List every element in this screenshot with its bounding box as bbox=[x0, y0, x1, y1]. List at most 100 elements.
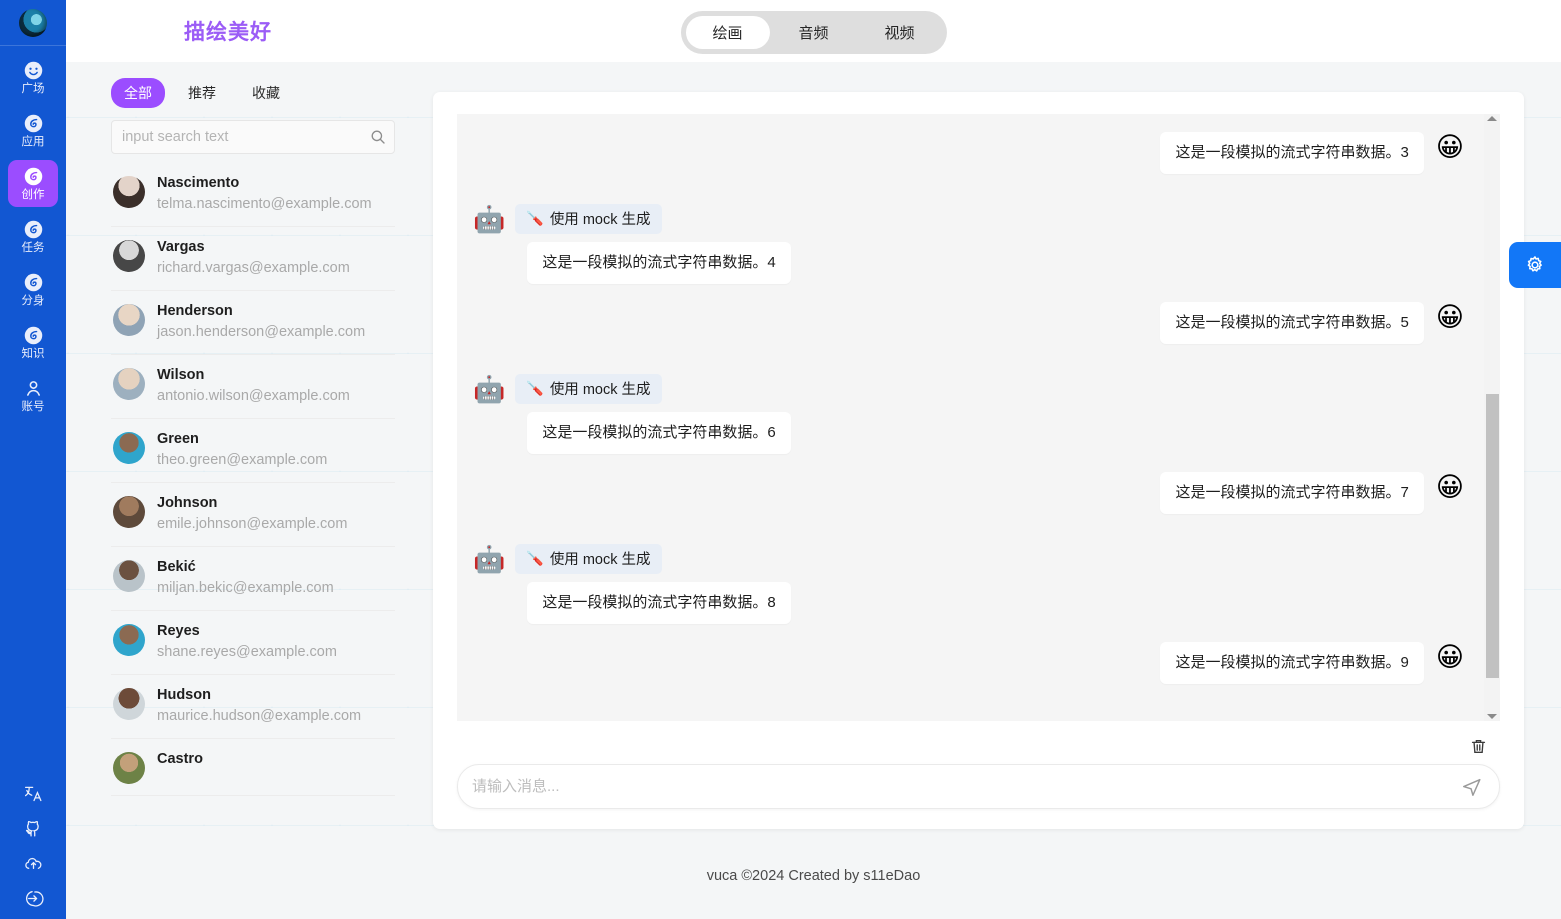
swirl-icon bbox=[23, 325, 44, 346]
contact-name: Reyes bbox=[157, 623, 200, 639]
scroll-down-arrow-icon[interactable] bbox=[1487, 714, 1497, 719]
list-item[interactable]: Nascimento telma.nascimento@example.com bbox=[111, 162, 395, 227]
status-badge-label: 使用 mock 生成 bbox=[549, 212, 651, 228]
filter-tab-recommended[interactable]: 推荐 bbox=[175, 78, 229, 108]
message-bubble: 这是一段模拟的流式字符串数据。7 bbox=[1160, 472, 1424, 514]
search-container bbox=[111, 120, 395, 154]
robot-emoji: 🤖 bbox=[473, 544, 506, 574]
translate-icon[interactable] bbox=[23, 783, 44, 804]
logout-icon[interactable] bbox=[23, 888, 44, 909]
swirl-icon bbox=[23, 272, 44, 293]
contact-email: emile.johnson@example.com bbox=[157, 516, 348, 532]
contact-name: Castro bbox=[157, 751, 203, 767]
mechanical-arm-emoji: 🪛 bbox=[526, 210, 544, 226]
grinning-face-emoji: 😀 bbox=[1435, 132, 1464, 162]
avatar bbox=[113, 496, 145, 528]
contact-name: Johnson bbox=[157, 495, 218, 511]
cloud-upload-icon[interactable] bbox=[23, 853, 44, 874]
list-item[interactable]: Reyes shane.reyes@example.com bbox=[111, 611, 395, 675]
message-user: 这是一段模拟的流式字符串数据。7 😀 bbox=[473, 472, 1464, 514]
sidebar-item-fenshen[interactable]: 分身 bbox=[8, 266, 58, 313]
list-item[interactable]: Johnson emile.johnson@example.com bbox=[111, 483, 395, 547]
list-item[interactable]: Wilson antonio.wilson@example.com bbox=[111, 355, 395, 419]
globe-avatar-icon bbox=[19, 9, 47, 37]
contact-email: theo.green@example.com bbox=[157, 452, 328, 468]
filter-tab-favorites[interactable]: 收藏 bbox=[239, 78, 293, 108]
sidebar-nav: 广场 应用 创作 任务 分身 知识 账号 bbox=[0, 46, 66, 425]
avatar bbox=[113, 624, 145, 656]
message-user: 这是一段模拟的流式字符串数据。3 😀 bbox=[473, 132, 1464, 174]
user-icon bbox=[23, 378, 44, 399]
message-composer bbox=[457, 764, 1500, 809]
content-body: 全部 推荐 收藏 Nascimento telma.nascim bbox=[66, 62, 1561, 865]
contact-name: Nascimento bbox=[157, 175, 240, 191]
messages-scrollbar[interactable] bbox=[1484, 114, 1500, 721]
grinning-face-emoji: 😀 bbox=[1435, 472, 1464, 502]
message-bubble: 这是一段模拟的流式字符串数据。8 bbox=[527, 582, 791, 624]
message-list: 这是一段模拟的流式字符串数据。3 😀 🤖 🪛 使用 mock 生成 这是一段模拟… bbox=[457, 114, 1484, 721]
scrollbar-thumb[interactable] bbox=[1485, 393, 1499, 679]
contact-name: Hudson bbox=[157, 687, 211, 703]
message-bubble: 这是一段模拟的流式字符串数据。4 bbox=[527, 242, 791, 284]
github-icon[interactable] bbox=[23, 818, 44, 839]
sidebar-logo[interactable] bbox=[19, 9, 47, 37]
contact-email: telma.nascimento@example.com bbox=[157, 196, 372, 212]
contact-list[interactable]: Nascimento telma.nascimento@example.com … bbox=[103, 162, 403, 865]
swirl-icon bbox=[23, 219, 44, 240]
messages-scroll-wrapper: 这是一段模拟的流式字符串数据。3 😀 🤖 🪛 使用 mock 生成 这是一段模拟… bbox=[457, 114, 1500, 721]
sidebar-item-zhishi[interactable]: 知识 bbox=[8, 319, 58, 366]
left-sidebar: 广场 应用 创作 任务 分身 知识 账号 bbox=[0, 0, 66, 919]
list-item[interactable]: Green theo.green@example.com bbox=[111, 419, 395, 483]
settings-fab[interactable] bbox=[1509, 242, 1561, 288]
contact-name: Henderson bbox=[157, 303, 233, 319]
list-item[interactable]: Vargas richard.vargas@example.com bbox=[111, 227, 395, 291]
sidebar-item-renwu[interactable]: 任务 bbox=[8, 213, 58, 260]
mode-tabs: 绘画 音频 视频 bbox=[680, 11, 947, 54]
app-root: 广场 应用 创作 任务 分身 知识 账号 描绘美好 绘画 音频 视频 全部 推荐… bbox=[0, 0, 1561, 919]
sidebar-item-label: 应用 bbox=[21, 136, 45, 148]
page-title: 描绘美好 bbox=[184, 21, 272, 44]
footer-text: vuca ©2024 Created by s11eDao bbox=[706, 868, 921, 884]
sidebar-item-label: 分身 bbox=[21, 295, 45, 307]
sidebar-item-yingyong[interactable]: 应用 bbox=[8, 107, 58, 154]
tab-drawing[interactable]: 绘画 bbox=[685, 16, 770, 49]
trash-icon[interactable] bbox=[1469, 737, 1488, 756]
sidebar-item-label: 任务 bbox=[21, 242, 45, 254]
bot-content: 🪛 使用 mock 生成 这是一段模拟的流式字符串数据。8 bbox=[515, 544, 791, 624]
message-bot: 🤖 🪛 使用 mock 生成 这是一段模拟的流式字符串数据。6 bbox=[473, 374, 1464, 454]
send-icon[interactable] bbox=[1461, 776, 1483, 798]
search-icon[interactable] bbox=[369, 128, 387, 146]
contact-name: Wilson bbox=[157, 367, 205, 383]
grinning-face-emoji: 😀 bbox=[1435, 642, 1464, 672]
message-user: 这是一段模拟的流式字符串数据。5 😀 bbox=[473, 302, 1464, 344]
mechanical-arm-emoji: 🪛 bbox=[526, 380, 544, 396]
status-badge-label: 使用 mock 生成 bbox=[549, 552, 651, 568]
tab-video[interactable]: 视频 bbox=[858, 16, 942, 49]
message-bubble: 这是一段模拟的流式字符串数据。6 bbox=[527, 412, 791, 454]
swirl-icon bbox=[23, 113, 44, 134]
sidebar-bottom-actions bbox=[0, 783, 66, 909]
search-input[interactable] bbox=[111, 120, 395, 154]
list-item[interactable]: Henderson jason.henderson@example.com bbox=[111, 291, 395, 355]
message-bubble: 这是一段模拟的流式字符串数据。9 bbox=[1160, 642, 1424, 684]
sidebar-item-chuangzuo[interactable]: 创作 bbox=[8, 160, 58, 207]
bot-content: 🪛 使用 mock 生成 这是一段模拟的流式字符串数据。4 bbox=[515, 204, 791, 284]
scrollbar-track[interactable] bbox=[1485, 121, 1499, 714]
list-item[interactable]: Bekić miljan.bekic@example.com bbox=[111, 547, 395, 611]
status-badge: 🪛 使用 mock 生成 bbox=[515, 374, 662, 404]
app-header: 描绘美好 绘画 音频 视频 bbox=[66, 0, 1561, 62]
status-badge: 🪛 使用 mock 生成 bbox=[515, 544, 662, 574]
swirl-icon bbox=[23, 166, 44, 187]
list-item[interactable]: Hudson maurice.hudson@example.com bbox=[111, 675, 395, 739]
bot-content: 🪛 使用 mock 生成 这是一段模拟的流式字符串数据。6 bbox=[515, 374, 791, 454]
sidebar-item-guangchang[interactable]: 广场 bbox=[8, 54, 58, 101]
gear-icon bbox=[1524, 254, 1546, 276]
sidebar-item-zhanghao[interactable]: 账号 bbox=[8, 372, 58, 419]
sidebar-item-label: 账号 bbox=[21, 401, 45, 413]
list-item[interactable]: Castro bbox=[111, 739, 395, 796]
filter-tab-all[interactable]: 全部 bbox=[111, 78, 165, 108]
message-bot: 🤖 🪛 使用 mock 生成 这是一段模拟的流式字符串数据。8 bbox=[473, 544, 1464, 624]
message-input[interactable] bbox=[470, 777, 1461, 796]
tab-audio[interactable]: 音频 bbox=[771, 16, 855, 49]
sidebar-item-label: 创作 bbox=[21, 189, 45, 201]
